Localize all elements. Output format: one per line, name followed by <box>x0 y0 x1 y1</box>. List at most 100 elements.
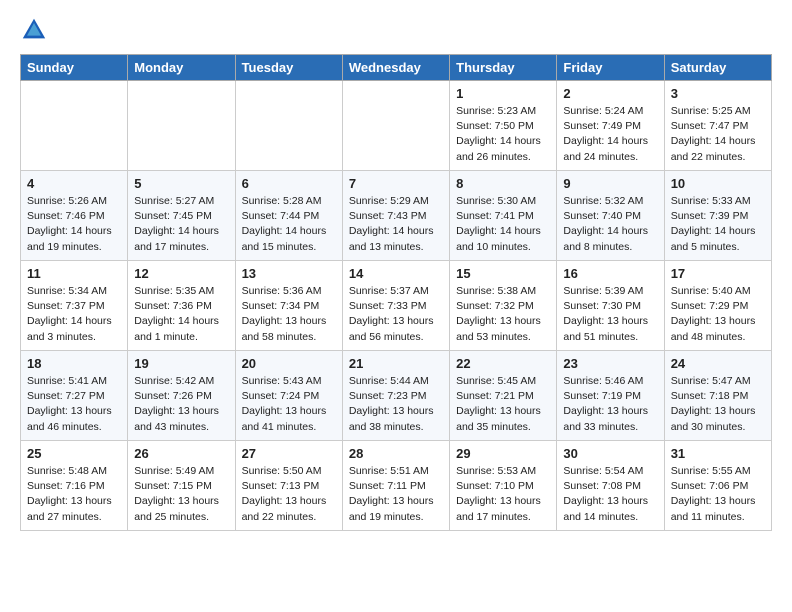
day-number: 1 <box>456 86 550 101</box>
cell-info: Sunrise: 5:28 AM Sunset: 7:44 PM Dayligh… <box>242 194 336 255</box>
calendar-cell: 14 Sunrise: 5:37 AM Sunset: 7:33 PM Dayli… <box>342 261 449 351</box>
calendar-week-row: 4Sunrise: 5:26 AM Sunset: 7:46 PM Daylig… <box>21 171 772 261</box>
column-header-saturday: Saturday <box>664 55 771 81</box>
cell-info: Sunrise: 5:29 AM Sunset: 7:43 PM Dayligh… <box>349 194 443 255</box>
cell-info: Sunrise: 5:30 AM Sunset: 7:41 PM Dayligh… <box>456 194 550 255</box>
day-number: 25 <box>27 446 121 461</box>
cell-info: Sunrise: 5:53 AM Sunset: 7:10 PM Dayligh… <box>456 464 550 525</box>
calendar-cell: 13 Sunrise: 5:36 AM Sunset: 7:34 PM Dayli… <box>235 261 342 351</box>
calendar-cell: 23 Sunrise: 5:46 AM Sunset: 7:19 PM Dayli… <box>557 351 664 441</box>
cell-info: Sunrise: 5:49 AM Sunset: 7:15 PM Dayligh… <box>134 464 228 525</box>
cell-info: Sunrise: 5:41 AM Sunset: 7:27 PM Dayligh… <box>27 374 121 435</box>
cell-info: Sunrise: 5:50 AM Sunset: 7:13 PM Dayligh… <box>242 464 336 525</box>
calendar-cell: 4Sunrise: 5:26 AM Sunset: 7:46 PM Daylig… <box>21 171 128 261</box>
calendar-week-row: 1 Sunrise: 5:23 AM Sunset: 7:50 PM Daylig… <box>21 81 772 171</box>
calendar-cell: 17 Sunrise: 5:40 AM Sunset: 7:29 PM Dayli… <box>664 261 771 351</box>
calendar-cell: 9 Sunrise: 5:32 AM Sunset: 7:40 PM Daylig… <box>557 171 664 261</box>
cell-info: Sunrise: 5:26 AM Sunset: 7:46 PM Dayligh… <box>27 194 121 255</box>
column-header-monday: Monday <box>128 55 235 81</box>
day-number: 10 <box>671 176 765 191</box>
calendar-cell: 16 Sunrise: 5:39 AM Sunset: 7:30 PM Dayli… <box>557 261 664 351</box>
day-number: 29 <box>456 446 550 461</box>
cell-info: Sunrise: 5:25 AM Sunset: 7:47 PM Dayligh… <box>671 104 765 165</box>
column-header-thursday: Thursday <box>450 55 557 81</box>
calendar-cell: 2Sunrise: 5:24 AM Sunset: 7:49 PM Daylig… <box>557 81 664 171</box>
column-header-wednesday: Wednesday <box>342 55 449 81</box>
day-number: 27 <box>242 446 336 461</box>
calendar-header-row: SundayMondayTuesdayWednesdayThursdayFrid… <box>21 55 772 81</box>
calendar-cell: 10 Sunrise: 5:33 AM Sunset: 7:39 PM Dayli… <box>664 171 771 261</box>
day-number: 22 <box>456 356 550 371</box>
day-number: 9 <box>563 176 657 191</box>
day-number: 2 <box>563 86 657 101</box>
cell-info: Sunrise: 5:47 AM Sunset: 7:18 PM Dayligh… <box>671 374 765 435</box>
day-number: 23 <box>563 356 657 371</box>
cell-info: Sunrise: 5:39 AM Sunset: 7:30 PM Dayligh… <box>563 284 657 345</box>
day-number: 14 <box>349 266 443 281</box>
column-header-tuesday: Tuesday <box>235 55 342 81</box>
cell-info: Sunrise: 5:43 AM Sunset: 7:24 PM Dayligh… <box>242 374 336 435</box>
calendar-cell: 6 Sunrise: 5:28 AM Sunset: 7:44 PM Daylig… <box>235 171 342 261</box>
cell-info: Sunrise: 5:34 AM Sunset: 7:37 PM Dayligh… <box>27 284 121 345</box>
cell-info: Sunrise: 5:32 AM Sunset: 7:40 PM Dayligh… <box>563 194 657 255</box>
day-number: 28 <box>349 446 443 461</box>
calendar-cell: 5 Sunrise: 5:27 AM Sunset: 7:45 PM Daylig… <box>128 171 235 261</box>
cell-info: Sunrise: 5:55 AM Sunset: 7:06 PM Dayligh… <box>671 464 765 525</box>
cell-info: Sunrise: 5:48 AM Sunset: 7:16 PM Dayligh… <box>27 464 121 525</box>
cell-info: Sunrise: 5:35 AM Sunset: 7:36 PM Dayligh… <box>134 284 228 345</box>
cell-info: Sunrise: 5:54 AM Sunset: 7:08 PM Dayligh… <box>563 464 657 525</box>
calendar-week-row: 11 Sunrise: 5:34 AM Sunset: 7:37 PM Dayli… <box>21 261 772 351</box>
cell-info: Sunrise: 5:40 AM Sunset: 7:29 PM Dayligh… <box>671 284 765 345</box>
calendar-cell: 31Sunrise: 5:55 AM Sunset: 7:06 PM Dayli… <box>664 441 771 531</box>
day-number: 20 <box>242 356 336 371</box>
calendar-cell <box>128 81 235 171</box>
page-header <box>20 16 772 44</box>
cell-info: Sunrise: 5:46 AM Sunset: 7:19 PM Dayligh… <box>563 374 657 435</box>
calendar-week-row: 18Sunrise: 5:41 AM Sunset: 7:27 PM Dayli… <box>21 351 772 441</box>
calendar-cell: 19 Sunrise: 5:42 AM Sunset: 7:26 PM Dayli… <box>128 351 235 441</box>
calendar-cell <box>21 81 128 171</box>
cell-info: Sunrise: 5:23 AM Sunset: 7:50 PM Dayligh… <box>456 104 550 165</box>
day-number: 5 <box>134 176 228 191</box>
cell-info: Sunrise: 5:27 AM Sunset: 7:45 PM Dayligh… <box>134 194 228 255</box>
cell-info: Sunrise: 5:42 AM Sunset: 7:26 PM Dayligh… <box>134 374 228 435</box>
day-number: 7 <box>349 176 443 191</box>
day-number: 8 <box>456 176 550 191</box>
day-number: 19 <box>134 356 228 371</box>
cell-info: Sunrise: 5:45 AM Sunset: 7:21 PM Dayligh… <box>456 374 550 435</box>
day-number: 21 <box>349 356 443 371</box>
calendar-cell: 12 Sunrise: 5:35 AM Sunset: 7:36 PM Dayli… <box>128 261 235 351</box>
calendar-cell: 26 Sunrise: 5:49 AM Sunset: 7:15 PM Dayli… <box>128 441 235 531</box>
day-number: 17 <box>671 266 765 281</box>
day-number: 30 <box>563 446 657 461</box>
day-number: 26 <box>134 446 228 461</box>
day-number: 13 <box>242 266 336 281</box>
calendar-cell: 1 Sunrise: 5:23 AM Sunset: 7:50 PM Daylig… <box>450 81 557 171</box>
cell-info: Sunrise: 5:44 AM Sunset: 7:23 PM Dayligh… <box>349 374 443 435</box>
calendar-cell: 25 Sunrise: 5:48 AM Sunset: 7:16 PM Dayli… <box>21 441 128 531</box>
day-number: 15 <box>456 266 550 281</box>
cell-info: Sunrise: 5:37 AM Sunset: 7:33 PM Dayligh… <box>349 284 443 345</box>
cell-info: Sunrise: 5:33 AM Sunset: 7:39 PM Dayligh… <box>671 194 765 255</box>
day-number: 3 <box>671 86 765 101</box>
day-number: 6 <box>242 176 336 191</box>
cell-info: Sunrise: 5:36 AM Sunset: 7:34 PM Dayligh… <box>242 284 336 345</box>
calendar-cell: 20 Sunrise: 5:43 AM Sunset: 7:24 PM Dayli… <box>235 351 342 441</box>
logo <box>20 16 52 44</box>
calendar-cell: 21 Sunrise: 5:44 AM Sunset: 7:23 PM Dayli… <box>342 351 449 441</box>
column-header-sunday: Sunday <box>21 55 128 81</box>
calendar-cell: 8 Sunrise: 5:30 AM Sunset: 7:41 PM Daylig… <box>450 171 557 261</box>
calendar-table: SundayMondayTuesdayWednesdayThursdayFrid… <box>20 54 772 531</box>
calendar-cell: 3 Sunrise: 5:25 AM Sunset: 7:47 PM Daylig… <box>664 81 771 171</box>
calendar-cell: 27 Sunrise: 5:50 AM Sunset: 7:13 PM Dayli… <box>235 441 342 531</box>
day-number: 11 <box>27 266 121 281</box>
calendar-cell: 30 Sunrise: 5:54 AM Sunset: 7:08 PM Dayli… <box>557 441 664 531</box>
calendar-cell <box>235 81 342 171</box>
calendar-week-row: 25 Sunrise: 5:48 AM Sunset: 7:16 PM Dayli… <box>21 441 772 531</box>
calendar-cell: 22 Sunrise: 5:45 AM Sunset: 7:21 PM Dayli… <box>450 351 557 441</box>
day-number: 12 <box>134 266 228 281</box>
cell-info: Sunrise: 5:38 AM Sunset: 7:32 PM Dayligh… <box>456 284 550 345</box>
column-header-friday: Friday <box>557 55 664 81</box>
day-number: 16 <box>563 266 657 281</box>
day-number: 24 <box>671 356 765 371</box>
